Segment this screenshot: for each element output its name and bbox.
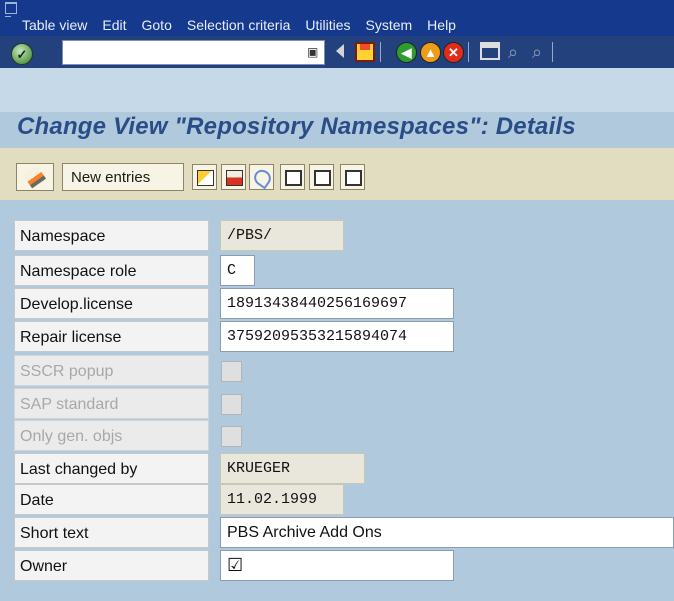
display-change-button[interactable]	[16, 163, 54, 191]
new-entries-label: New entries	[71, 169, 151, 186]
develop-license-row: Develop.license 18913438440256169697	[0, 286, 674, 321]
short-text-label: Short text	[14, 517, 209, 548]
print-icon[interactable]	[480, 42, 500, 60]
owner-field[interactable]: ☑	[220, 550, 454, 581]
copy-as-button[interactable]	[192, 164, 217, 190]
owner-label: Owner	[14, 550, 209, 581]
namespace-row: Namespace /PBS/	[0, 218, 674, 253]
left-arrow-icon[interactable]	[336, 44, 344, 58]
copy-icon	[197, 170, 214, 186]
delete-icon	[226, 170, 243, 186]
repair-license-label: Repair license	[14, 321, 209, 352]
develop-license-field[interactable]: 18913438440256169697	[220, 288, 454, 319]
save-icon[interactable]	[355, 42, 375, 62]
menu-help[interactable]: Help	[424, 17, 459, 33]
last-changed-by-row: Last changed by KRUEGER	[0, 451, 674, 486]
other-entry-button[interactable]	[340, 164, 365, 190]
next-entry-icon	[314, 170, 331, 186]
menu-edit[interactable]: Edit	[99, 17, 129, 33]
only-gen-objs-row: Only gen. objs	[0, 418, 674, 453]
toolbar-divider	[380, 42, 381, 62]
sap-standard-label: SAP standard	[14, 388, 209, 419]
menu-table-view[interactable]: Table view	[19, 17, 90, 33]
title-bar	[0, 68, 674, 112]
command-history-icon[interactable]: ▣	[307, 44, 319, 60]
short-text-row: Short text PBS Archive Add Ons	[0, 515, 674, 550]
menu-utilities[interactable]: Utilities	[302, 17, 353, 33]
namespace-role-label: Namespace role	[14, 255, 209, 286]
undo-icon	[250, 166, 275, 190]
toolbar-divider	[468, 42, 469, 62]
namespace-role-row: Namespace role C	[0, 253, 674, 288]
menu-list: Table view Edit Goto Selection criteria …	[19, 17, 459, 33]
find-icon[interactable]: ⌕	[503, 42, 523, 62]
previous-entry-button[interactable]	[280, 164, 305, 190]
only-gen-objs-label: Only gen. objs	[14, 420, 209, 451]
details-form: Namespace /PBS/ Namespace role C Develop…	[0, 200, 674, 601]
sap-standard-row: SAP standard	[0, 386, 674, 421]
namespace-label: Namespace	[14, 220, 209, 251]
develop-license-label: Develop.license	[14, 288, 209, 319]
namespace-role-field[interactable]: C	[220, 255, 255, 286]
back-icon[interactable]: ◀	[396, 42, 417, 63]
command-field[interactable]	[62, 40, 325, 65]
menu-selection-criteria[interactable]: Selection criteria	[184, 17, 294, 33]
next-entry-button[interactable]	[309, 164, 334, 190]
delete-button[interactable]	[221, 164, 246, 190]
date-field: 11.02.1999	[220, 484, 344, 515]
short-text-field[interactable]: PBS Archive Add Ons	[220, 517, 674, 548]
toolbar-divider	[552, 42, 553, 62]
enter-button[interactable]: ✓	[11, 43, 33, 65]
sscr-popup-label: SSCR popup	[14, 355, 209, 386]
system-menu-icon[interactable]	[5, 2, 17, 17]
find-next-icon[interactable]: ⌕	[527, 42, 547, 62]
owner-row: Owner ☑	[0, 548, 674, 583]
repair-license-field[interactable]: 37592095353215894074	[220, 321, 454, 352]
page-title: Change View "Repository Namespaces": Det…	[17, 113, 576, 140]
cancel-icon[interactable]: ✕	[443, 42, 464, 63]
menu-system[interactable]: System	[362, 17, 415, 33]
sscr-popup-checkbox	[221, 361, 242, 382]
pencil-icon	[22, 165, 47, 189]
previous-entry-icon	[285, 170, 302, 186]
sscr-popup-row: SSCR popup	[0, 353, 674, 388]
sap-standard-checkbox	[221, 394, 242, 415]
undo-change-button[interactable]	[249, 164, 275, 190]
date-row: Date 11.02.1999	[0, 482, 674, 517]
last-changed-by-field: KRUEGER	[220, 453, 365, 484]
date-label: Date	[14, 484, 209, 515]
exit-icon[interactable]: ▲	[420, 42, 441, 63]
only-gen-objs-checkbox	[221, 426, 242, 447]
other-entry-icon	[345, 170, 362, 186]
repair-license-row: Repair license 37592095353215894074	[0, 319, 674, 354]
namespace-field: /PBS/	[220, 220, 344, 251]
menu-goto[interactable]: Goto	[139, 17, 175, 33]
new-entries-button[interactable]: New entries	[62, 163, 184, 191]
last-changed-by-label: Last changed by	[14, 453, 209, 484]
menu-bar: Table view Edit Goto Selection criteria …	[0, 0, 674, 36]
owner-checkbox-icon[interactable]: ☑	[227, 555, 243, 575]
